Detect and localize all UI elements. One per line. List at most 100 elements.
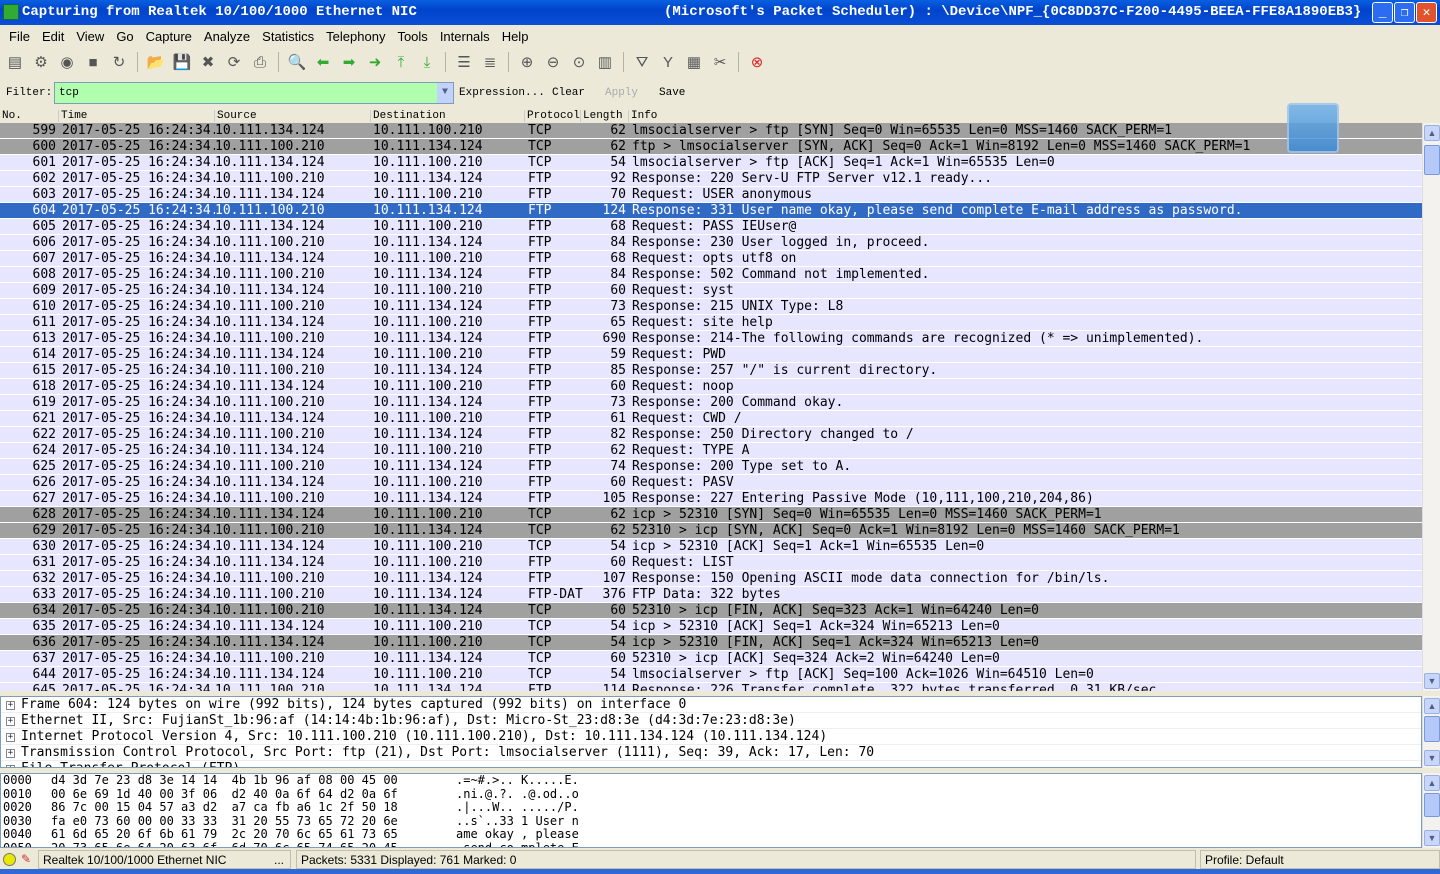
capture-filter-icon[interactable]: ⛛ bbox=[631, 51, 653, 73]
save-filter-button[interactable]: Save bbox=[659, 87, 685, 99]
packet-row[interactable]: 636 2017-05-25 16:24:34. 10.111.134.124 10.… bbox=[0, 635, 1422, 651]
start-icon[interactable]: ◉ bbox=[56, 51, 78, 73]
packet-row[interactable]: 603 2017-05-25 16:24:34. 10.111.134.124 10.… bbox=[0, 187, 1422, 203]
packet-row[interactable]: 610 2017-05-25 16:24:34. 10.111.100.210 10.… bbox=[0, 299, 1422, 315]
save-icon[interactable]: 💾 bbox=[171, 51, 193, 73]
zoom-out-icon[interactable]: ⊖ bbox=[542, 51, 564, 73]
menu-tools[interactable]: Tools bbox=[391, 29, 433, 44]
packet-row[interactable]: 608 2017-05-25 16:24:34. 10.111.100.210 10.… bbox=[0, 267, 1422, 283]
col-time[interactable]: Time bbox=[58, 110, 87, 122]
packet-row[interactable]: 621 2017-05-25 16:24:34. 10.111.134.124 10.… bbox=[0, 411, 1422, 427]
packet-row[interactable]: 611 2017-05-25 16:24:34. 10.111.134.124 10.… bbox=[0, 315, 1422, 331]
col-protocol[interactable]: Protocol bbox=[524, 110, 580, 122]
resize-columns-icon[interactable]: ▥ bbox=[594, 51, 616, 73]
help-icon[interactable]: ⊗ bbox=[746, 51, 768, 73]
packet-row[interactable]: 619 2017-05-25 16:24:34. 10.111.100.210 10.… bbox=[0, 395, 1422, 411]
packet-row[interactable]: 602 2017-05-25 16:24:34. 10.111.100.210 10.… bbox=[0, 171, 1422, 187]
open-icon[interactable]: 📂 bbox=[145, 51, 167, 73]
expand-icon[interactable]: + bbox=[6, 765, 15, 767]
find-icon[interactable]: 🔍 bbox=[286, 51, 308, 73]
packet-row[interactable]: 615 2017-05-25 16:24:34. 10.111.100.210 10.… bbox=[0, 363, 1422, 379]
packet-row[interactable]: 624 2017-05-25 16:24:34. 10.111.134.124 10.… bbox=[0, 443, 1422, 459]
expand-icon[interactable]: + bbox=[6, 717, 15, 726]
menu-edit[interactable]: Edit bbox=[36, 29, 70, 44]
forward-icon[interactable]: ➡ bbox=[338, 51, 360, 73]
detail-tree-item[interactable]: + Ethernet II, Src: FujianSt_1b:96:af (14… bbox=[1, 713, 1421, 729]
col-source[interactable]: Source bbox=[214, 110, 257, 122]
packet-list-scrollbar[interactable]: ▲ ▼ bbox=[1422, 123, 1440, 691]
hex-row[interactable]: 0010 00 6e 69 1d 40 00 3f 06 d2 40 0a 6f … bbox=[1, 787, 1421, 802]
back-icon[interactable]: ⬅ bbox=[312, 51, 334, 73]
expert-info-icon[interactable] bbox=[3, 853, 16, 866]
menu-statistics[interactable]: Statistics bbox=[256, 29, 320, 44]
goto-icon[interactable]: ➜ bbox=[364, 51, 386, 73]
menu-file[interactable]: File bbox=[3, 29, 36, 44]
menu-capture[interactable]: Capture bbox=[140, 29, 198, 44]
status-profile[interactable]: Profile: Default bbox=[1200, 850, 1440, 869]
col-info[interactable]: Info bbox=[628, 110, 657, 122]
menu-view[interactable]: View bbox=[70, 29, 110, 44]
detail-tree-item[interactable]: + Transmission Control Protocol, Src Port… bbox=[1, 745, 1421, 761]
menu-telephony[interactable]: Telephony bbox=[320, 29, 391, 44]
capture-comment-icon[interactable]: ✎ bbox=[21, 850, 31, 869]
col-destination[interactable]: Destination bbox=[370, 110, 446, 122]
packet-row[interactable]: 626 2017-05-25 16:24:34. 10.111.134.124 10.… bbox=[0, 475, 1422, 491]
close-icon[interactable]: ✖ bbox=[197, 51, 219, 73]
detail-tree-item[interactable]: + File Transfer Protocol (FTP) bbox=[1, 761, 1421, 767]
chevron-down-icon[interactable]: ▼ bbox=[437, 83, 453, 103]
interfaces-icon[interactable]: ▤ bbox=[4, 51, 26, 73]
expand-icon[interactable]: + bbox=[6, 701, 15, 710]
hex-row[interactable]: 0040 61 6d 65 20 6f 6b 61 79 2c 20 70 6c … bbox=[1, 827, 1421, 842]
packet-row[interactable]: 627 2017-05-25 16:24:34. 10.111.100.210 10.… bbox=[0, 491, 1422, 507]
expand-icon[interactable]: + bbox=[6, 733, 15, 742]
coloring-rules-icon[interactable]: ▦ bbox=[683, 51, 705, 73]
packet-row[interactable]: 600 2017-05-25 16:24:34. 10.111.100.210 10.… bbox=[0, 139, 1422, 155]
packet-row[interactable]: 601 2017-05-25 16:24:34. 10.111.134.124 10.… bbox=[0, 155, 1422, 171]
preferences-icon[interactable]: ✂ bbox=[709, 51, 731, 73]
autoscroll-icon[interactable]: ≣ bbox=[479, 51, 501, 73]
expression-button[interactable]: Expression... bbox=[459, 87, 545, 99]
display-filter-icon[interactable]: Y bbox=[657, 51, 679, 73]
last-icon[interactable]: ⤓ bbox=[416, 51, 438, 73]
menu-help[interactable]: Help bbox=[496, 29, 535, 44]
hex-row[interactable]: 0030 fa e0 73 60 00 00 33 33 31 20 55 73 … bbox=[1, 814, 1421, 829]
minimize-button[interactable]: _ bbox=[1372, 2, 1393, 23]
menu-internals[interactable]: Internals bbox=[434, 29, 496, 44]
packet-row[interactable]: 630 2017-05-25 16:24:34. 10.111.134.124 10.… bbox=[0, 539, 1422, 555]
packet-row[interactable]: 625 2017-05-25 16:24:34. 10.111.100.210 10.… bbox=[0, 459, 1422, 475]
packet-row[interactable]: 605 2017-05-25 16:24:34. 10.111.134.124 10.… bbox=[0, 219, 1422, 235]
clear-button[interactable]: Clear bbox=[552, 87, 585, 99]
packet-row[interactable]: 604 2017-05-25 16:24:34. 10.111.100.210 10.… bbox=[0, 203, 1422, 219]
packet-row[interactable]: 628 2017-05-25 16:24:34. 10.111.134.124 10.… bbox=[0, 507, 1422, 523]
menu-go[interactable]: Go bbox=[110, 29, 139, 44]
maximize-button[interactable]: ❐ bbox=[1394, 2, 1415, 23]
bytes-scrollbar[interactable]: ▲ ▼ bbox=[1422, 773, 1440, 848]
packet-row[interactable]: 618 2017-05-25 16:24:34. 10.111.134.124 10.… bbox=[0, 379, 1422, 395]
packet-row[interactable]: 609 2017-05-25 16:24:34. 10.111.134.124 10.… bbox=[0, 283, 1422, 299]
hex-row[interactable]: 0000 d4 3d 7e 23 d8 3e 14 14 4b 1b 96 af … bbox=[1, 774, 1421, 788]
packet-row[interactable]: 635 2017-05-25 16:24:34. 10.111.134.124 10.… bbox=[0, 619, 1422, 635]
packet-row[interactable]: 622 2017-05-25 16:24:34. 10.111.100.210 10.… bbox=[0, 427, 1422, 443]
hex-row[interactable]: 0020 86 7c 00 15 04 57 a3 d2 a7 ca fb a6 … bbox=[1, 800, 1421, 815]
packet-row[interactable]: 634 2017-05-25 16:24:34. 10.111.100.210 10.… bbox=[0, 603, 1422, 619]
print-icon[interactable]: ⎙ bbox=[249, 51, 271, 73]
packet-row[interactable]: 645 2017-05-25 16:24:34. 10.111.100.210 10.… bbox=[0, 683, 1422, 691]
options-icon[interactable]: ⚙ bbox=[30, 51, 52, 73]
restart-icon[interactable]: ↻ bbox=[108, 51, 130, 73]
expand-icon[interactable]: + bbox=[6, 749, 15, 758]
stop-icon[interactable]: ■ bbox=[82, 51, 104, 73]
packet-row[interactable]: 629 2017-05-25 16:24:34. 10.111.100.210 10.… bbox=[0, 523, 1422, 539]
close-button[interactable]: ✕ bbox=[1416, 2, 1437, 23]
packet-row[interactable]: 637 2017-05-25 16:24:34. 10.111.100.210 10.… bbox=[0, 651, 1422, 667]
filter-input[interactable]: tcp bbox=[54, 82, 454, 104]
packet-row[interactable]: 632 2017-05-25 16:24:34. 10.111.100.210 10.… bbox=[0, 571, 1422, 587]
zoom-normal-icon[interactable]: ⊙ bbox=[568, 51, 590, 73]
details-scrollbar[interactable]: ▲ ▼ bbox=[1422, 696, 1440, 768]
col-no[interactable]: No. bbox=[0, 110, 22, 122]
zoom-in-icon[interactable]: ⊕ bbox=[516, 51, 538, 73]
col-length[interactable]: Length bbox=[580, 110, 623, 122]
packet-row[interactable]: 606 2017-05-25 16:24:34. 10.111.100.210 10.… bbox=[0, 235, 1422, 251]
detail-tree-item[interactable]: + Frame 604: 124 bytes on wire (992 bits)… bbox=[1, 697, 1421, 713]
packet-row[interactable]: 633 2017-05-25 16:24:34. 10.111.100.210 10.… bbox=[0, 587, 1422, 603]
colorize-icon[interactable]: ☰ bbox=[453, 51, 475, 73]
